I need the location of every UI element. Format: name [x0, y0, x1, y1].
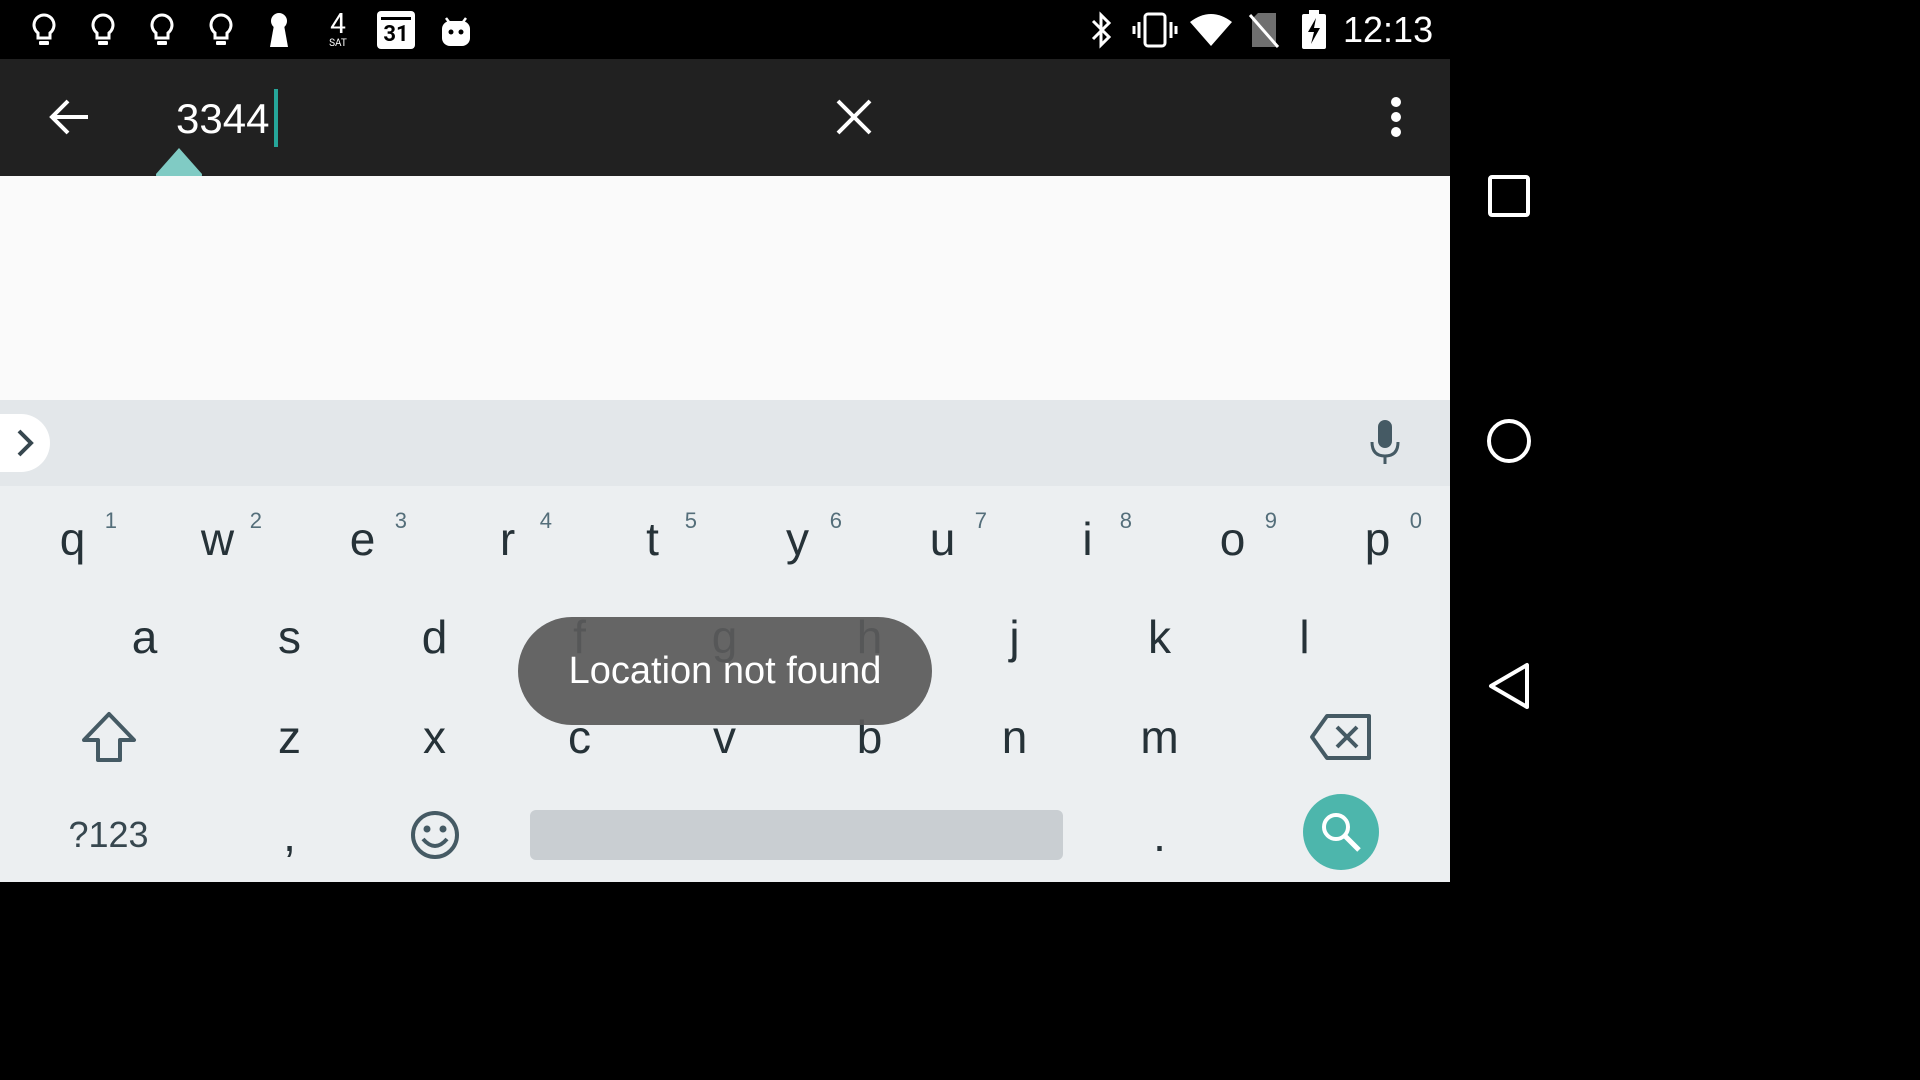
weather-day-label: SAT	[329, 38, 347, 49]
key-w[interactable]: w2	[145, 490, 290, 588]
key-o[interactable]: o9	[1160, 490, 1305, 588]
android-icon	[436, 8, 476, 52]
clock-time: 12:13	[1343, 9, 1434, 50]
arrow-back-icon[interactable]	[40, 89, 96, 145]
keyhole-icon	[259, 8, 299, 52]
key-t[interactable]: t5	[580, 490, 725, 588]
key-i[interactable]: i8	[1015, 490, 1160, 588]
bulb-icon	[201, 8, 241, 52]
weather-day-number: 4	[330, 7, 346, 40]
key-n[interactable]: n	[942, 688, 1087, 786]
key-j[interactable]: j	[942, 588, 1087, 686]
search-input[interactable]	[176, 89, 776, 149]
recents-square-icon[interactable]	[1474, 161, 1544, 231]
close-icon[interactable]	[826, 89, 882, 145]
key-s[interactable]: s	[217, 588, 362, 686]
search-field[interactable]	[176, 89, 776, 149]
home-circle-icon[interactable]	[1474, 406, 1544, 476]
chevron-right-icon[interactable]	[0, 414, 50, 472]
battery-charging-icon	[1294, 8, 1334, 52]
backspace-icon[interactable]	[1268, 688, 1413, 786]
emoji-icon[interactable]	[362, 786, 507, 884]
key-l[interactable]: l	[1232, 588, 1377, 686]
calendar-day: 31	[383, 22, 409, 47]
results-area	[0, 176, 1450, 400]
navigation-bar	[1450, 0, 1568, 882]
key-r[interactable]: r4	[435, 490, 580, 588]
key-k[interactable]: k	[1087, 588, 1232, 686]
bulb-icon	[24, 8, 64, 52]
text-cursor	[274, 89, 278, 147]
key-y[interactable]: y6	[725, 490, 870, 588]
key-p[interactable]: p0	[1305, 490, 1450, 588]
more-vert-icon[interactable]	[1376, 89, 1416, 145]
vibrate-icon	[1132, 8, 1178, 52]
weather-sat-icon: 4 SAT	[318, 8, 358, 52]
comma-key[interactable]: ,	[217, 786, 362, 884]
search-toolbar	[0, 59, 1450, 176]
calendar-icon: 31	[376, 8, 416, 52]
space-key[interactable]	[530, 810, 1063, 860]
key-e[interactable]: e3	[290, 490, 435, 588]
key-d[interactable]: d	[362, 588, 507, 686]
mic-icon[interactable]	[1360, 418, 1410, 468]
toast-message: Location not found	[518, 617, 932, 725]
search-icon[interactable]	[1303, 794, 1379, 870]
symbols-key[interactable]: ?123	[36, 786, 181, 884]
bluetooth-icon	[1082, 8, 1122, 52]
bulb-icon	[142, 8, 182, 52]
period-key[interactable]: .	[1087, 786, 1232, 884]
shift-icon[interactable]	[36, 688, 181, 786]
key-q[interactable]: q1	[0, 490, 145, 588]
wifi-icon	[1188, 8, 1234, 52]
key-z[interactable]: z	[217, 688, 362, 786]
back-triangle-icon[interactable]	[1474, 651, 1544, 721]
bulb-icon	[83, 8, 123, 52]
suggestion-strip	[0, 400, 1450, 486]
no-sim-icon	[1244, 8, 1284, 52]
key-x[interactable]: x	[362, 688, 507, 786]
status-bar: 4 SAT 31 12:13	[0, 0, 1450, 59]
key-a[interactable]: a	[72, 588, 217, 686]
key-m[interactable]: m	[1087, 688, 1232, 786]
key-u[interactable]: u7	[870, 490, 1015, 588]
